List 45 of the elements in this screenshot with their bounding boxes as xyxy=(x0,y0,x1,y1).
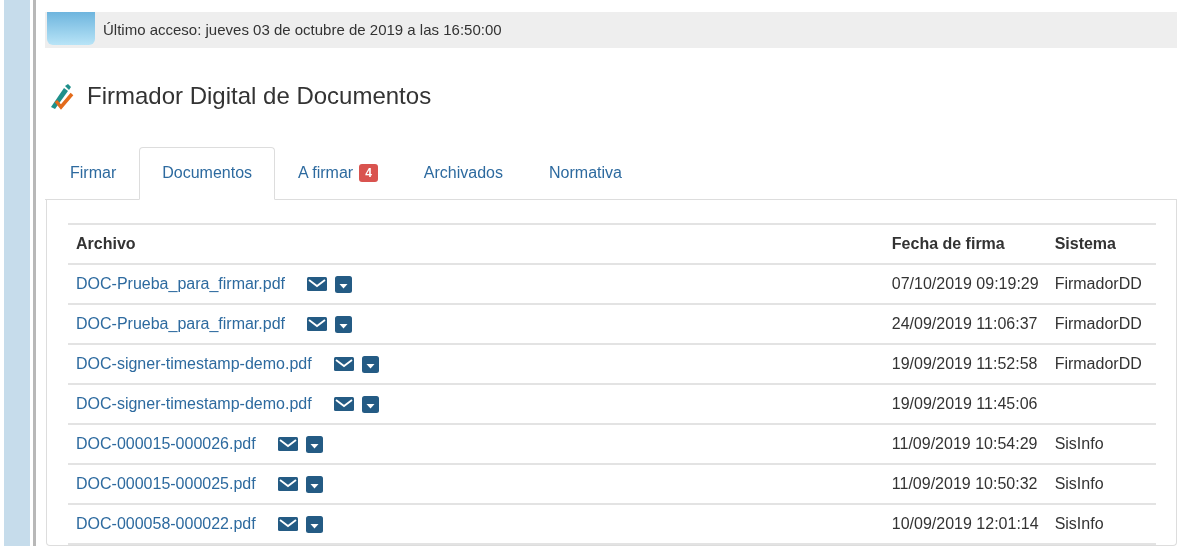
download-icon[interactable] xyxy=(305,475,323,493)
tab[interactable]: Documentos xyxy=(139,147,276,200)
download-icon[interactable] xyxy=(335,275,352,293)
tab[interactable]: Normativa xyxy=(526,147,645,200)
system-cell: SisInfo xyxy=(1046,424,1156,464)
date-cell: 19/09/2019 11:45:06 xyxy=(883,384,1047,424)
mail-icon[interactable] xyxy=(307,277,327,291)
mail-icon[interactable] xyxy=(277,517,298,531)
mail-icon[interactable] xyxy=(277,477,298,491)
date-cell: 11/09/2019 10:54:29 xyxy=(883,424,1047,464)
date-cell: 11/09/2019 10:50:32 xyxy=(883,464,1047,504)
file-link[interactable]: DOC-signer-timestamp-demo.pdf xyxy=(76,395,312,413)
tab[interactable]: Archivados xyxy=(400,147,526,200)
last-access-text: Último acceso: jueves 03 de octubre de 2019 a las 16:50:00 xyxy=(103,21,502,38)
date-cell: 24/09/2019 11:06:37 xyxy=(883,304,1047,344)
mail-icon[interactable] xyxy=(333,357,354,371)
file-link[interactable]: DOC-000015-000025.pdf xyxy=(76,475,256,493)
system-cell: FirmadorDD xyxy=(1046,304,1156,344)
column-header: Archivo xyxy=(68,224,884,264)
page-title: Firmador Digital de Documentos xyxy=(87,82,432,110)
download-icon[interactable] xyxy=(335,315,352,333)
download-icon[interactable] xyxy=(361,355,379,373)
count-badge: 4 xyxy=(359,164,378,182)
date-cell: 19/09/2019 11:52:58 xyxy=(883,344,1047,384)
date-cell: 10/09/2019 12:01:14 xyxy=(883,504,1047,544)
tab[interactable]: Firmar xyxy=(47,147,140,200)
download-icon[interactable] xyxy=(305,435,323,453)
mail-icon[interactable] xyxy=(307,317,327,331)
mail-icon[interactable] xyxy=(277,437,298,451)
file-link[interactable]: DOC-Prueba_para_firmar.pdf xyxy=(76,315,285,333)
date-cell: 07/10/2019 09:19:29 xyxy=(883,264,1047,304)
column-header: Sistema xyxy=(1046,224,1156,264)
file-link[interactable]: DOC-000058-000022.pdf xyxy=(76,515,256,533)
tab[interactable]: A firmar 4 xyxy=(275,147,401,200)
system-cell: FirmadorDD xyxy=(1046,344,1156,384)
download-icon[interactable] xyxy=(305,515,323,533)
file-link[interactable]: DOC-signer-timestamp-demo.pdf xyxy=(76,355,312,373)
system-cell: FirmadorDD xyxy=(1046,264,1156,304)
file-link[interactable]: DOC-Prueba_para_firmar.pdf xyxy=(76,275,285,293)
mail-icon[interactable] xyxy=(333,397,354,411)
system-cell: SisInfo xyxy=(1046,504,1156,544)
column-header: Fecha de firma xyxy=(883,224,1047,264)
file-link[interactable]: DOC-000015-000026.pdf xyxy=(76,435,256,453)
system-cell: SisInfo xyxy=(1046,464,1156,504)
download-icon[interactable] xyxy=(361,395,379,413)
